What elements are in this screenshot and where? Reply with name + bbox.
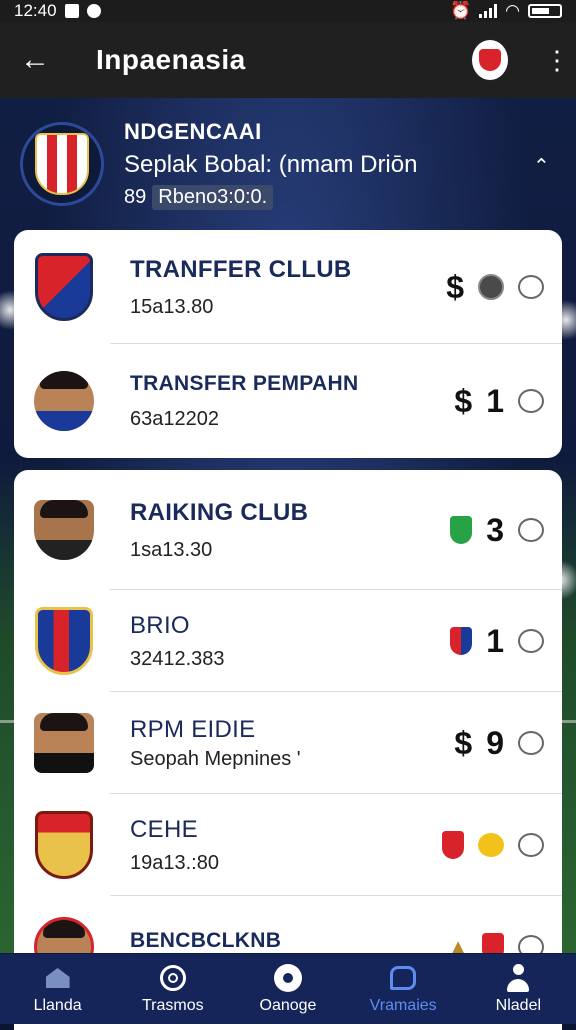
wifi-icon: ◠ [505, 1, 520, 20]
comment-icon[interactable] [518, 731, 544, 755]
club-logo-icon[interactable] [470, 38, 510, 82]
chevron-up-icon[interactable]: ⌄ [533, 152, 550, 177]
list-item[interactable]: RPM EIDIE Seopah Mepnines ' $ 9 [14, 692, 562, 794]
home-icon [45, 968, 70, 988]
dollar-icon: $ [454, 724, 473, 761]
league-subtitle: Seplak Bobal: (nmam Driōn [124, 150, 418, 178]
nav-label: Trasmos [141, 997, 204, 1014]
app-bar: ← Inpaenasia ⋮ [0, 22, 576, 98]
nav-label: Oanoge [259, 997, 317, 1014]
item-count: 9 [486, 724, 504, 761]
league-header: NDGENCAAI Seplak Bobal: (nmam Driōn 89 R… [0, 100, 576, 228]
chat-icon [86, 4, 101, 18]
ranking-list-card: RAIKING CLUB 1sa13.30 3 BRIO 32412.383 1… [14, 470, 562, 1030]
club-badge-icon [450, 627, 473, 655]
item-subtitle: 63a12202 [130, 407, 219, 430]
list-item[interactable]: RAIKING CLUB 1sa13.30 3 [14, 470, 562, 590]
item-count: 1 [486, 622, 504, 659]
item-subtitle: 15a13.80 [130, 295, 214, 318]
item-subtitle: 32412.383 [130, 647, 225, 670]
transfer-list-card: TRANFFER CLLUB 15a13.80 $ TRANSFER PEMPA… [14, 230, 562, 458]
arrow-left-icon[interactable]: ← [20, 43, 60, 77]
list-item[interactable]: TRANFFER CLLUB 15a13.80 $ [14, 230, 562, 344]
list-item[interactable]: TRANSFER PEMPAHN 63a12202 $ 1 [14, 344, 562, 458]
dollar-icon: $ [446, 268, 464, 305]
bottom-navigation: Llanda Trasmos Oanoge Vramaies Nladel [0, 953, 576, 1024]
comment-icon[interactable] [518, 389, 544, 413]
player-avatar [34, 371, 94, 431]
chat-bubble-icon [390, 966, 417, 990]
nav-item-profile[interactable]: Nladel [468, 963, 568, 1015]
nav-label: Vramaies [369, 997, 437, 1014]
nav-item-messages[interactable]: Vramaies [353, 963, 453, 1015]
coin-icon [478, 274, 504, 300]
image-icon [64, 4, 79, 18]
item-title: TRANFFER CLLUB [130, 255, 352, 283]
item-count: 1 [486, 382, 504, 419]
more-vert-icon[interactable]: ⋮ [544, 45, 570, 76]
comment-icon[interactable] [518, 629, 544, 653]
league-logo [20, 122, 104, 206]
item-title: BENCBCLKNB [130, 929, 282, 952]
club-crest-icon [35, 607, 93, 675]
league-name: NDGENCAAI [124, 118, 262, 144]
comment-icon[interactable] [518, 275, 544, 299]
football-icon [273, 964, 302, 992]
comment-icon[interactable] [518, 833, 544, 857]
nav-item-home[interactable]: Llanda [8, 963, 108, 1015]
green-shield-icon [450, 516, 473, 544]
list-item[interactable]: BRIO 32412.383 1 [14, 590, 562, 692]
player-avatar [34, 500, 94, 560]
item-title: BRIO [130, 611, 190, 639]
status-time: 12:40 [14, 1, 57, 20]
signal-icon [479, 4, 498, 18]
item-title: TRANSFER PEMPAHN [130, 371, 359, 395]
player-avatar [34, 713, 94, 773]
item-subtitle: 19a13.:80 [130, 851, 219, 874]
nav-label: Llanda [33, 997, 82, 1014]
item-title: RAIKING CLUB [130, 498, 309, 526]
nav-item-matches[interactable]: Oanoge [238, 963, 338, 1015]
yellow-badge-icon [478, 833, 504, 857]
comment-icon[interactable] [518, 518, 544, 542]
club-crest-icon [35, 253, 93, 321]
item-count: 3 [486, 511, 504, 548]
league-meta-number: 89 [124, 185, 147, 208]
page-title: Inpaenasia [96, 44, 246, 75]
nav-item-transfers[interactable]: Trasmos [123, 963, 223, 1015]
league-meta-pill: Rbeno3:0:0. [152, 184, 274, 210]
status-bar: 12:40 ⏰ ◠ [0, 0, 576, 22]
battery-icon [528, 4, 562, 18]
red-shield-icon [442, 831, 464, 859]
person-icon [505, 964, 531, 992]
item-subtitle: Seopah Mepnines ' [130, 747, 301, 770]
item-title: RPM EIDIE [130, 715, 256, 743]
club-crest-icon [35, 811, 93, 879]
item-subtitle: 1sa13.30 [130, 538, 213, 561]
list-item[interactable]: CEHE 19a13.:80 [14, 794, 562, 896]
dollar-icon: $ [454, 382, 473, 419]
target-icon [159, 965, 186, 991]
alarm-icon: ⏰ [449, 1, 472, 20]
item-title: CEHE [130, 815, 198, 843]
nav-label: Nladel [495, 997, 542, 1014]
